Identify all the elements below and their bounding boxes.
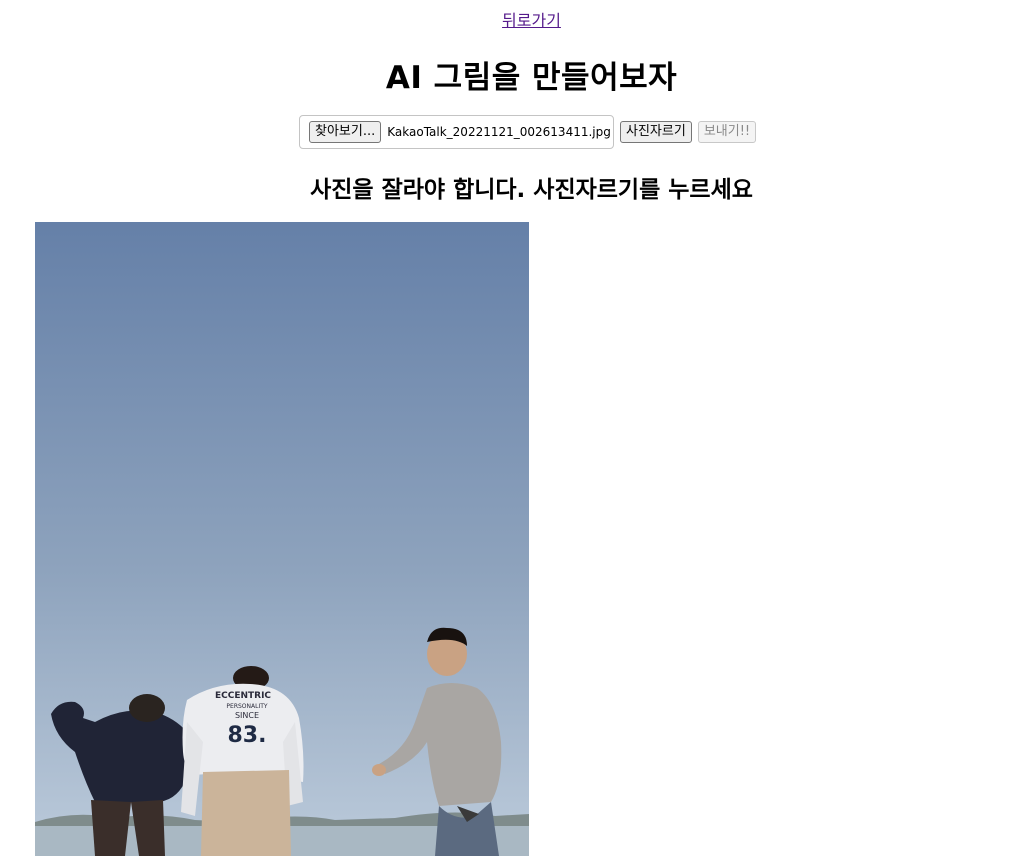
page-title: AI 그림을 만들어보자: [385, 60, 678, 96]
instruction-text: 사진을 잘라야 합니다. 사진자르기를 누르세요: [310, 177, 753, 203]
uploaded-photo[interactable]: ECCENTRIC PERSONALITY SINCE 83.: [35, 222, 529, 856]
file-input[interactable]: 찾아보기... KakaoTalk_20221121_002613411.jpg: [299, 115, 614, 149]
selected-file-name: KakaoTalk_20221121_002613411.jpg: [387, 125, 611, 139]
shirt-text-mid: PERSONALITY: [226, 703, 267, 710]
upload-controls: 찾아보기... KakaoTalk_20221121_002613411.jpg…: [299, 114, 757, 150]
back-link[interactable]: 뒤로가기: [0, 7, 1014, 31]
shirt-text-top: ECCENTRIC: [215, 691, 271, 701]
send-button[interactable]: 보내기!!: [697, 121, 757, 143]
browse-button[interactable]: 찾아보기...: [309, 121, 382, 143]
shirt-text-since: SINCE: [235, 711, 259, 720]
shirt-text-number: 83.: [228, 723, 267, 748]
page: 뒤로가기 AI 그림을 만들어보자 찾아보기... KakaoTalk_2022…: [0, 0, 1014, 856]
crop-photo-button[interactable]: 사진자르기: [620, 121, 692, 143]
